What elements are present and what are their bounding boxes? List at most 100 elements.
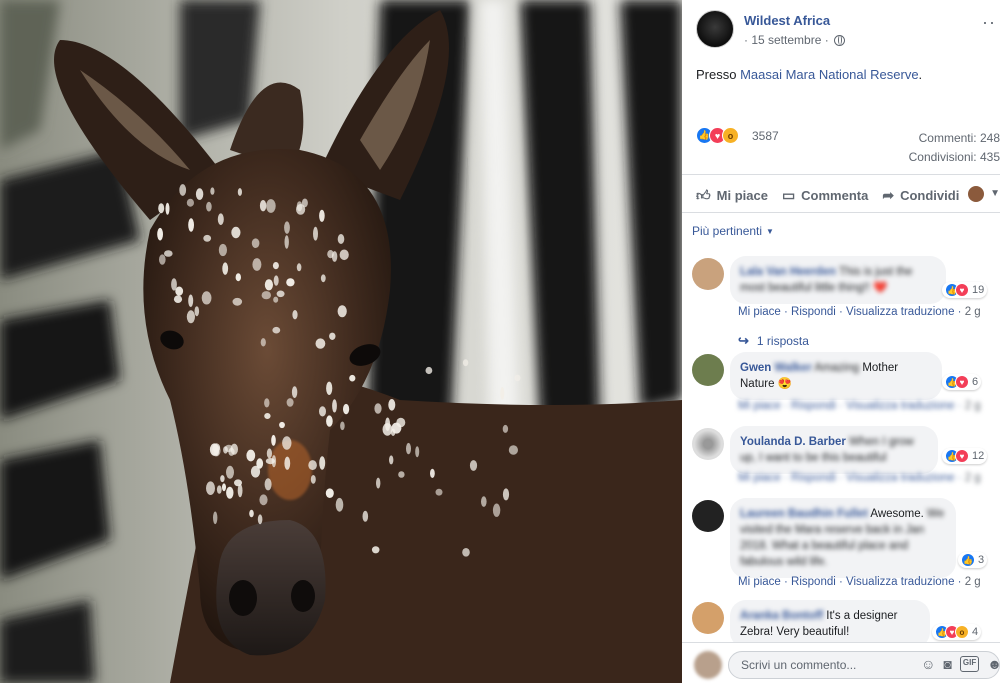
coat-spot bbox=[237, 188, 242, 196]
comment-count[interactable]: Commenti: 248 bbox=[919, 131, 1000, 145]
commenter-avatar[interactable] bbox=[692, 500, 724, 532]
react-as-avatar[interactable] bbox=[968, 186, 984, 202]
divider bbox=[682, 174, 1000, 175]
share-button[interactable]: ➦ Condividi bbox=[882, 187, 959, 204]
coat-spot bbox=[337, 305, 347, 318]
haha-icon: o bbox=[955, 625, 969, 639]
comment-reactions[interactable]: 👍 3 bbox=[958, 552, 988, 568]
coat-spot bbox=[282, 436, 292, 450]
coat-spot bbox=[159, 254, 166, 265]
coat-spot bbox=[329, 332, 336, 340]
coat-spot bbox=[502, 424, 509, 433]
camera-icon[interactable]: ◙ bbox=[943, 656, 951, 672]
page-avatar[interactable] bbox=[696, 10, 734, 48]
coat-spot bbox=[246, 449, 256, 462]
commenter-avatar[interactable] bbox=[692, 354, 724, 386]
commenter-avatar[interactable] bbox=[692, 258, 724, 290]
comment-reaction-count: 3 bbox=[978, 554, 985, 566]
coat-spot bbox=[223, 446, 228, 454]
like-button[interactable]: 👍︎ Mi piace bbox=[696, 187, 768, 204]
coat-spot bbox=[284, 235, 289, 249]
commenter-name[interactable]: Aranka Bontoff bbox=[740, 610, 823, 622]
coat-spot bbox=[425, 366, 433, 375]
commenter-name[interactable]: Youlanda D. Barber bbox=[740, 436, 846, 448]
coat-spot bbox=[251, 238, 260, 248]
coat-spot bbox=[158, 203, 165, 214]
coat-spot bbox=[264, 398, 270, 408]
coat-spot bbox=[284, 221, 290, 234]
coat-spot bbox=[235, 273, 241, 282]
commenter-avatar[interactable] bbox=[692, 428, 724, 460]
coat-spot bbox=[396, 417, 406, 428]
coat-spot bbox=[340, 421, 345, 431]
coat-spot bbox=[398, 471, 405, 478]
comment-bubble: Laureen Baudhin Fullet Awesome. We visit… bbox=[730, 498, 956, 578]
coat-spot bbox=[326, 381, 333, 395]
thumbs-up-icon: 👍︎ bbox=[696, 186, 711, 203]
coat-spot bbox=[502, 488, 510, 501]
coat-spot bbox=[469, 460, 478, 471]
emoji-icon[interactable]: ☺ bbox=[921, 656, 935, 672]
coat-spot bbox=[173, 295, 183, 304]
view-replies-link[interactable]: ↪ 1 risposta bbox=[738, 333, 809, 349]
coat-spot bbox=[249, 509, 254, 518]
comment-reactions[interactable]: 👍 ♥ 6 bbox=[942, 374, 982, 390]
coat-spot bbox=[286, 278, 295, 287]
more-options-icon[interactable]: ·· bbox=[982, 12, 996, 33]
post-header: Wildest Africa · 15 settembre · ·· bbox=[696, 10, 1000, 50]
sticker-icon[interactable]: ☻ bbox=[987, 656, 1000, 672]
share-count[interactable]: Condivisioni: 435 bbox=[909, 150, 1000, 164]
comment-button[interactable]: ▭ Commenta bbox=[782, 187, 868, 204]
comment-actions[interactable]: Mi piace · Rispondi · Visualizza traduzi… bbox=[738, 472, 981, 484]
gif-icon[interactable]: GIF bbox=[959, 656, 980, 672]
coat-spot bbox=[349, 374, 356, 382]
comment-actions[interactable]: Mi piace · Rispondi · Visualizza traduzi… bbox=[738, 576, 981, 588]
comment-reactions[interactable]: 👍 ♥ 19 bbox=[942, 282, 988, 298]
commenter-name[interactable]: Gwen bbox=[740, 362, 771, 374]
coat-spot bbox=[271, 434, 276, 446]
coat-spot bbox=[388, 399, 396, 411]
post-photo[interactable] bbox=[0, 0, 682, 683]
coat-spot bbox=[266, 448, 272, 459]
comment-sort-dropdown[interactable]: Più pertinenti ▼ bbox=[692, 224, 774, 238]
post-date[interactable]: · 15 settembre · bbox=[744, 33, 829, 47]
commenter-surname[interactable]: Walker bbox=[775, 362, 812, 374]
reaction-icons[interactable]: 👍 ♥ o bbox=[696, 127, 739, 144]
coat-spot bbox=[319, 406, 326, 417]
coat-spot bbox=[217, 213, 224, 225]
love-icon: ♥ bbox=[955, 283, 969, 297]
coat-spot bbox=[362, 510, 369, 522]
coat-spot bbox=[301, 198, 308, 208]
coat-spot bbox=[296, 263, 302, 272]
commenter-name[interactable]: Lala Van Heerden bbox=[740, 266, 836, 278]
page-name-link[interactable]: Wildest Africa bbox=[744, 13, 830, 28]
coat-spot bbox=[376, 477, 381, 489]
coat-spot bbox=[220, 475, 225, 483]
commenter-avatar[interactable] bbox=[692, 602, 724, 634]
coat-spot bbox=[171, 278, 177, 291]
comment-reaction-count: 19 bbox=[972, 284, 985, 296]
comment-bubble: Aranka Bontoff It's a designer Zebra! Ve… bbox=[730, 600, 930, 648]
coat-spot bbox=[462, 359, 469, 367]
coat-spot bbox=[320, 274, 326, 283]
comment-actions[interactable]: Mi piace · Rispondi · Visualizza traduzi… bbox=[738, 400, 981, 412]
caret-down-icon[interactable]: ▼ bbox=[990, 188, 1000, 199]
comment-reactions[interactable]: 👍 ♥ 12 bbox=[942, 448, 988, 464]
coat-spot bbox=[252, 258, 262, 271]
location-link[interactable]: Maasai Mara National Reserve bbox=[740, 67, 918, 82]
comment-actions[interactable]: Mi piace · Rispondi · Visualizza traduzi… bbox=[738, 306, 981, 318]
comment-composer: Scrivi un commento... ☺ ◙ GIF ☻ bbox=[682, 642, 1000, 683]
coat-spot bbox=[234, 479, 242, 487]
comment-reactions[interactable]: 👍 ♥ o 4 bbox=[932, 624, 982, 640]
current-user-avatar bbox=[694, 651, 722, 679]
coat-spot bbox=[462, 548, 470, 557]
coat-spot bbox=[218, 243, 227, 257]
coat-spot bbox=[481, 496, 487, 507]
reaction-count[interactable]: 3587 bbox=[752, 129, 779, 143]
coat-spot bbox=[310, 475, 316, 484]
coat-spot bbox=[264, 478, 272, 491]
coat-spot bbox=[296, 201, 303, 212]
comment-bubble: Lala Van Heerden This is just the most b… bbox=[730, 256, 946, 304]
commenter-name[interactable]: Laureen Baudhin Fullet bbox=[740, 508, 868, 520]
love-icon: ♥ bbox=[955, 449, 969, 463]
